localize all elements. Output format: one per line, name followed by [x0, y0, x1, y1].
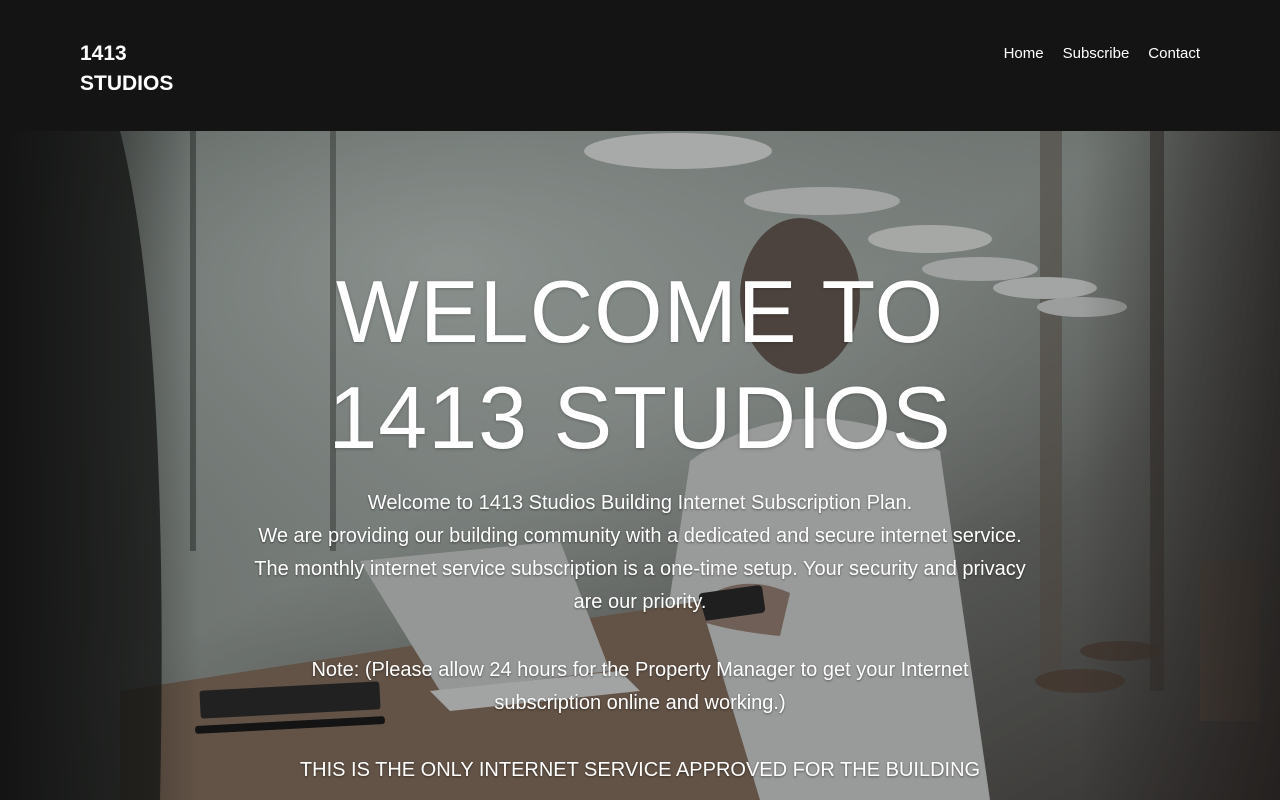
intro-line: Welcome to 1413 Studios Building Interne… — [367, 492, 913, 514]
site-header: 1413 STUDIOS Home Subscribe Contact — [0, 0, 1280, 131]
logo-line-1: 1413 — [80, 42, 127, 65]
intro-line: We are providing our building community … — [258, 525, 1022, 547]
hero-note-text: Note: (Please allow 24 hours for the Pro… — [240, 654, 1040, 720]
hero-approval-text: THIS IS THE ONLY INTERNET SERVICE APPROV… — [299, 759, 981, 781]
hero-title-line-1: WELCOME TO — [335, 262, 945, 361]
note-line: subscription online and working.) — [494, 692, 786, 714]
hero-title-line-2: 1413 STUDIOS — [328, 368, 952, 467]
hero-title: WELCOME TO 1413 STUDIOS — [0, 259, 1280, 471]
note-line: Note: (Please allow 24 hours for the Pro… — [311, 659, 969, 681]
hero-section: WELCOME TO 1413 STUDIOS Welcome to 1413 … — [0, 131, 1280, 800]
nav-subscribe-link[interactable]: Subscribe — [1063, 45, 1130, 63]
logo-line-2: STUDIOS — [80, 72, 174, 95]
intro-line: are our priority. — [573, 591, 707, 613]
site-logo[interactable]: 1413 STUDIOS — [80, 39, 220, 99]
hero-intro-text: Welcome to 1413 Studios Building Interne… — [240, 487, 1040, 619]
intro-line: The monthly internet service subscriptio… — [254, 558, 1026, 580]
nav-home-link[interactable]: Home — [1004, 45, 1044, 63]
hero-content: WELCOME TO 1413 STUDIOS Welcome to 1413 … — [0, 131, 1280, 800]
nav-contact-link[interactable]: Contact — [1148, 45, 1200, 63]
main-nav: Home Subscribe Contact — [1004, 45, 1200, 63]
